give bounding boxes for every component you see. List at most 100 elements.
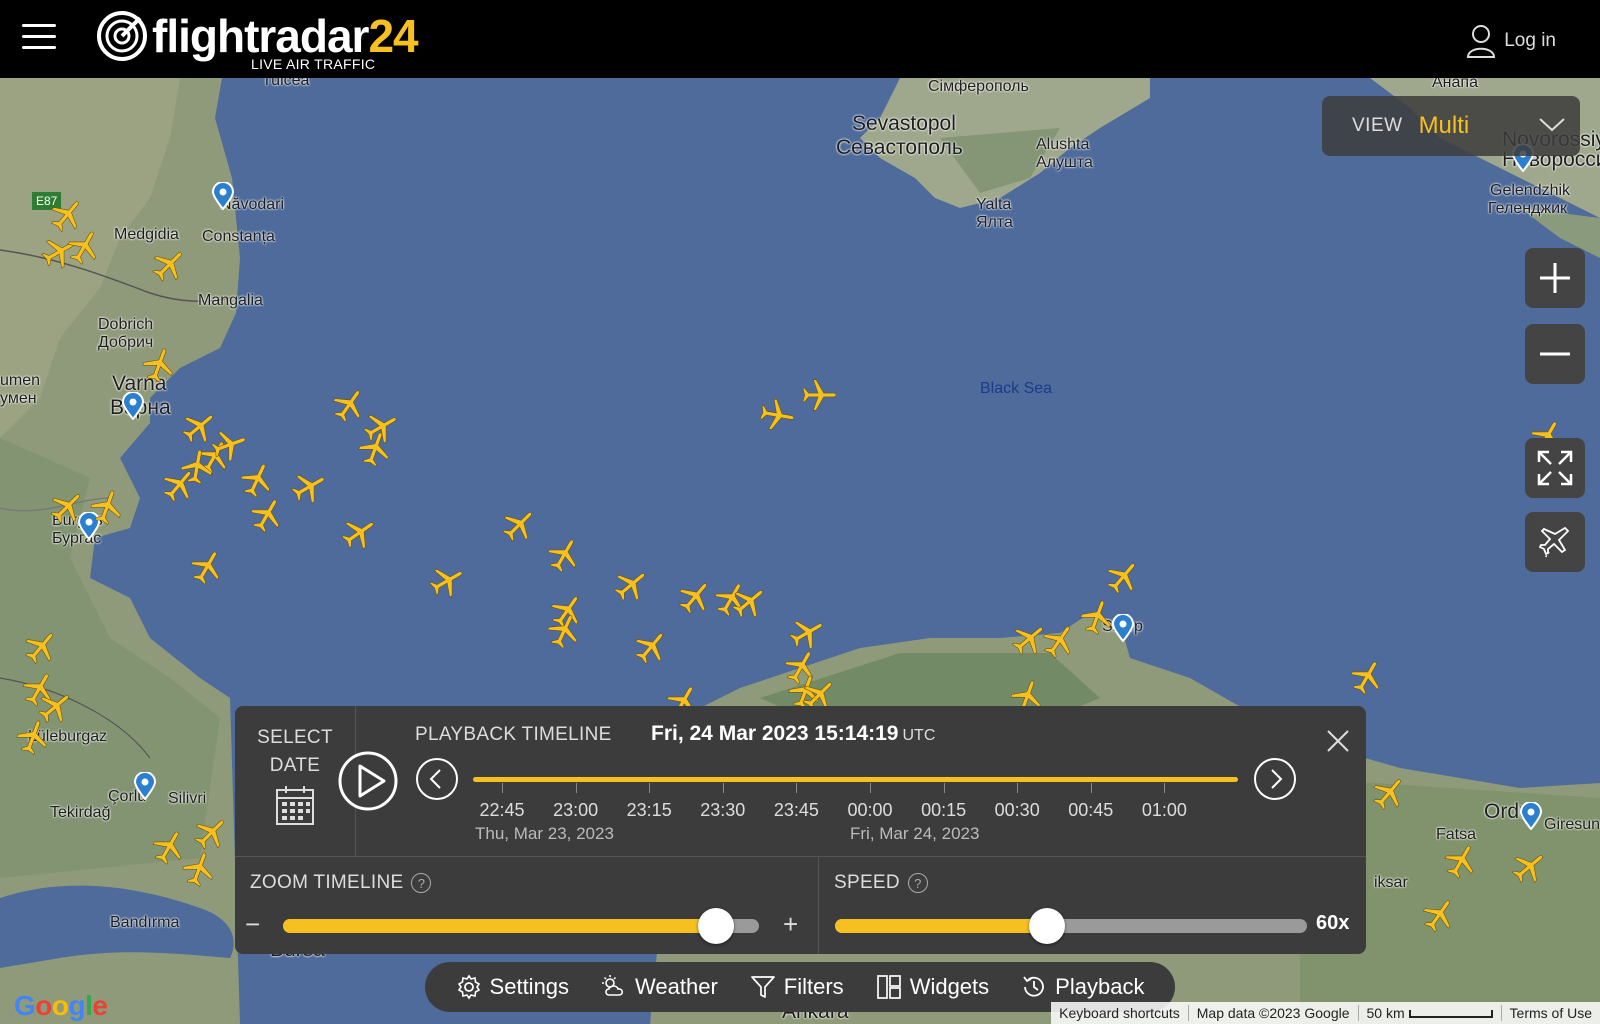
- airplane-icon[interactable]: [290, 468, 328, 506]
- play-button[interactable]: [337, 750, 399, 812]
- hamburger-menu-button[interactable]: [22, 24, 56, 50]
- timeline-time-label: 23:30: [700, 800, 746, 820]
- airplane-icon[interactable]: [88, 488, 126, 526]
- map-attribution: Keyboard shortcuts Map data ©2023 Google…: [1051, 1002, 1600, 1024]
- timeline-tick: [1090, 783, 1092, 793]
- weather-icon: [602, 975, 624, 996]
- playback-timezone: UTC: [902, 727, 936, 744]
- timeline-tick: [1164, 783, 1166, 793]
- radar-logo-icon: [97, 11, 147, 61]
- airport-pin-icon[interactable]: [122, 392, 144, 420]
- airplane-icon[interactable]: [180, 850, 218, 888]
- airplane-icon[interactable]: [48, 488, 86, 526]
- airplane-icon[interactable]: [192, 814, 230, 852]
- help-icon[interactable]: ?: [907, 873, 928, 893]
- airplane-icon[interactable]: [356, 430, 394, 468]
- airplane-icon[interactable]: [730, 583, 768, 621]
- zoom-in-button[interactable]: [1525, 248, 1585, 308]
- terms-link[interactable]: Terms of Use: [1500, 1005, 1600, 1021]
- widgets-button[interactable]: Widgets: [876, 974, 989, 1000]
- airport-pin-icon[interactable]: [1520, 802, 1542, 830]
- playback-label: Playback: [1055, 974, 1145, 999]
- airplane-icon[interactable]: [758, 396, 796, 434]
- airplane-icon[interactable]: [1510, 848, 1548, 886]
- gear-icon: [457, 974, 480, 1000]
- airplane-icon[interactable]: [22, 628, 60, 666]
- timeline-prev-button[interactable]: [415, 757, 459, 801]
- map-label-tekirdag: Tekirdağ: [50, 804, 111, 821]
- view-selector[interactable]: VIEW Multi: [1322, 96, 1580, 156]
- logo-word-main: flightradar: [152, 10, 369, 62]
- speed-slider-fill: [835, 919, 1047, 933]
- menu-icon-line: [22, 46, 56, 49]
- airport-pin-icon[interactable]: [212, 182, 234, 210]
- timeline-next-button[interactable]: [1253, 757, 1297, 801]
- keyboard-shortcuts-link[interactable]: Keyboard shortcuts: [1051, 1005, 1188, 1021]
- airplane-icon[interactable]: [1104, 558, 1142, 596]
- playback-button[interactable]: Playback: [1021, 974, 1144, 1000]
- plus-icon: [1540, 263, 1570, 293]
- filters-button[interactable]: Filters: [750, 974, 844, 1000]
- airplane-icon[interactable]: [545, 612, 583, 650]
- airplane-icon[interactable]: [1078, 598, 1116, 636]
- flightradar24-logo[interactable]: flightradar24 LIVE AIR TRAFFIC: [96, 8, 419, 74]
- map-label-mangalia: Mangalia: [198, 292, 263, 309]
- zoom-timeline-slider[interactable]: [283, 908, 759, 944]
- google-logo-letter: o: [51, 990, 69, 1021]
- airplane-icon[interactable]: [676, 578, 714, 616]
- timeline-tick: [1017, 783, 1019, 793]
- google-logo-letter: G: [14, 990, 36, 1021]
- speed-slider[interactable]: [835, 908, 1307, 944]
- history-icon: [1023, 976, 1044, 997]
- airplane-icon[interactable]: [1442, 842, 1480, 880]
- timeline-time-label: 00:15: [921, 800, 967, 820]
- airplane-icon[interactable]: [632, 628, 670, 666]
- settings-button[interactable]: Settings: [456, 974, 569, 1000]
- playback-timeline-track[interactable]: [473, 777, 1238, 782]
- map-label-yalta: Yalta: [976, 196, 1012, 213]
- close-icon[interactable]: [1325, 728, 1351, 754]
- zoom-out-button[interactable]: [1525, 324, 1585, 384]
- airplane-icon[interactable]: [428, 562, 466, 600]
- playback-datetime-value: Fri, 24 Mar 2023 15:14:19: [651, 722, 899, 745]
- airplane-icon[interactable]: [800, 376, 838, 414]
- airplane-icon[interactable]: [500, 506, 538, 544]
- airplane-icon[interactable]: [1348, 658, 1386, 696]
- zoom-slider-fill: [283, 919, 716, 933]
- airplane-icon[interactable]: [188, 548, 226, 586]
- timeline-time-label: 00:30: [994, 800, 1040, 820]
- zoom-slider-knob[interactable]: [698, 908, 734, 944]
- airplane-icon[interactable]: [248, 496, 286, 534]
- airplane-icon[interactable]: [14, 718, 52, 756]
- zoom-out-timeline-button[interactable]: −: [245, 911, 260, 937]
- fullscreen-button[interactable]: [1525, 438, 1585, 498]
- map-label-shumen-cyr: умен: [0, 390, 37, 407]
- timeline-tick: [502, 783, 503, 793]
- airplane-icon[interactable]: [160, 466, 198, 504]
- playback-panel: SELECT DATE PLAYBACK TIMELINE Fri, 24 Mar…: [235, 706, 1366, 954]
- airplane-icon[interactable]: [140, 346, 178, 384]
- airplane-icon[interactable]: [612, 566, 650, 604]
- airplane-icon[interactable]: [1370, 774, 1408, 812]
- timeline-time-label: 00:45: [1068, 800, 1114, 820]
- aircraft-toggle-button[interactable]: [1525, 512, 1585, 572]
- airport-pin-icon[interactable]: [134, 772, 156, 800]
- airplane-icon[interactable]: [65, 228, 103, 266]
- timeline-time-label: 23:45: [773, 800, 819, 820]
- airplane-icon[interactable]: [340, 514, 378, 552]
- zoom-in-timeline-button[interactable]: +: [783, 911, 798, 937]
- map-label-bandirma: Bandırma: [110, 914, 180, 931]
- view-value: Multi: [1418, 112, 1470, 139]
- timeline-tick: [722, 783, 724, 793]
- weather-button[interactable]: Weather: [601, 974, 718, 1000]
- timeline-tick: [870, 783, 871, 793]
- airplane-icon[interactable]: [1420, 896, 1458, 934]
- login-button[interactable]: Log in: [1466, 24, 1556, 58]
- scale-bar: [1408, 1010, 1493, 1019]
- airplane-icon[interactable]: [545, 536, 583, 574]
- airplane-icon[interactable]: [150, 246, 188, 284]
- speed-slider-knob[interactable]: [1029, 908, 1065, 944]
- timeline-tick: [575, 783, 577, 793]
- timeline-time-label: 22:45: [479, 800, 525, 820]
- help-icon[interactable]: ?: [411, 873, 432, 893]
